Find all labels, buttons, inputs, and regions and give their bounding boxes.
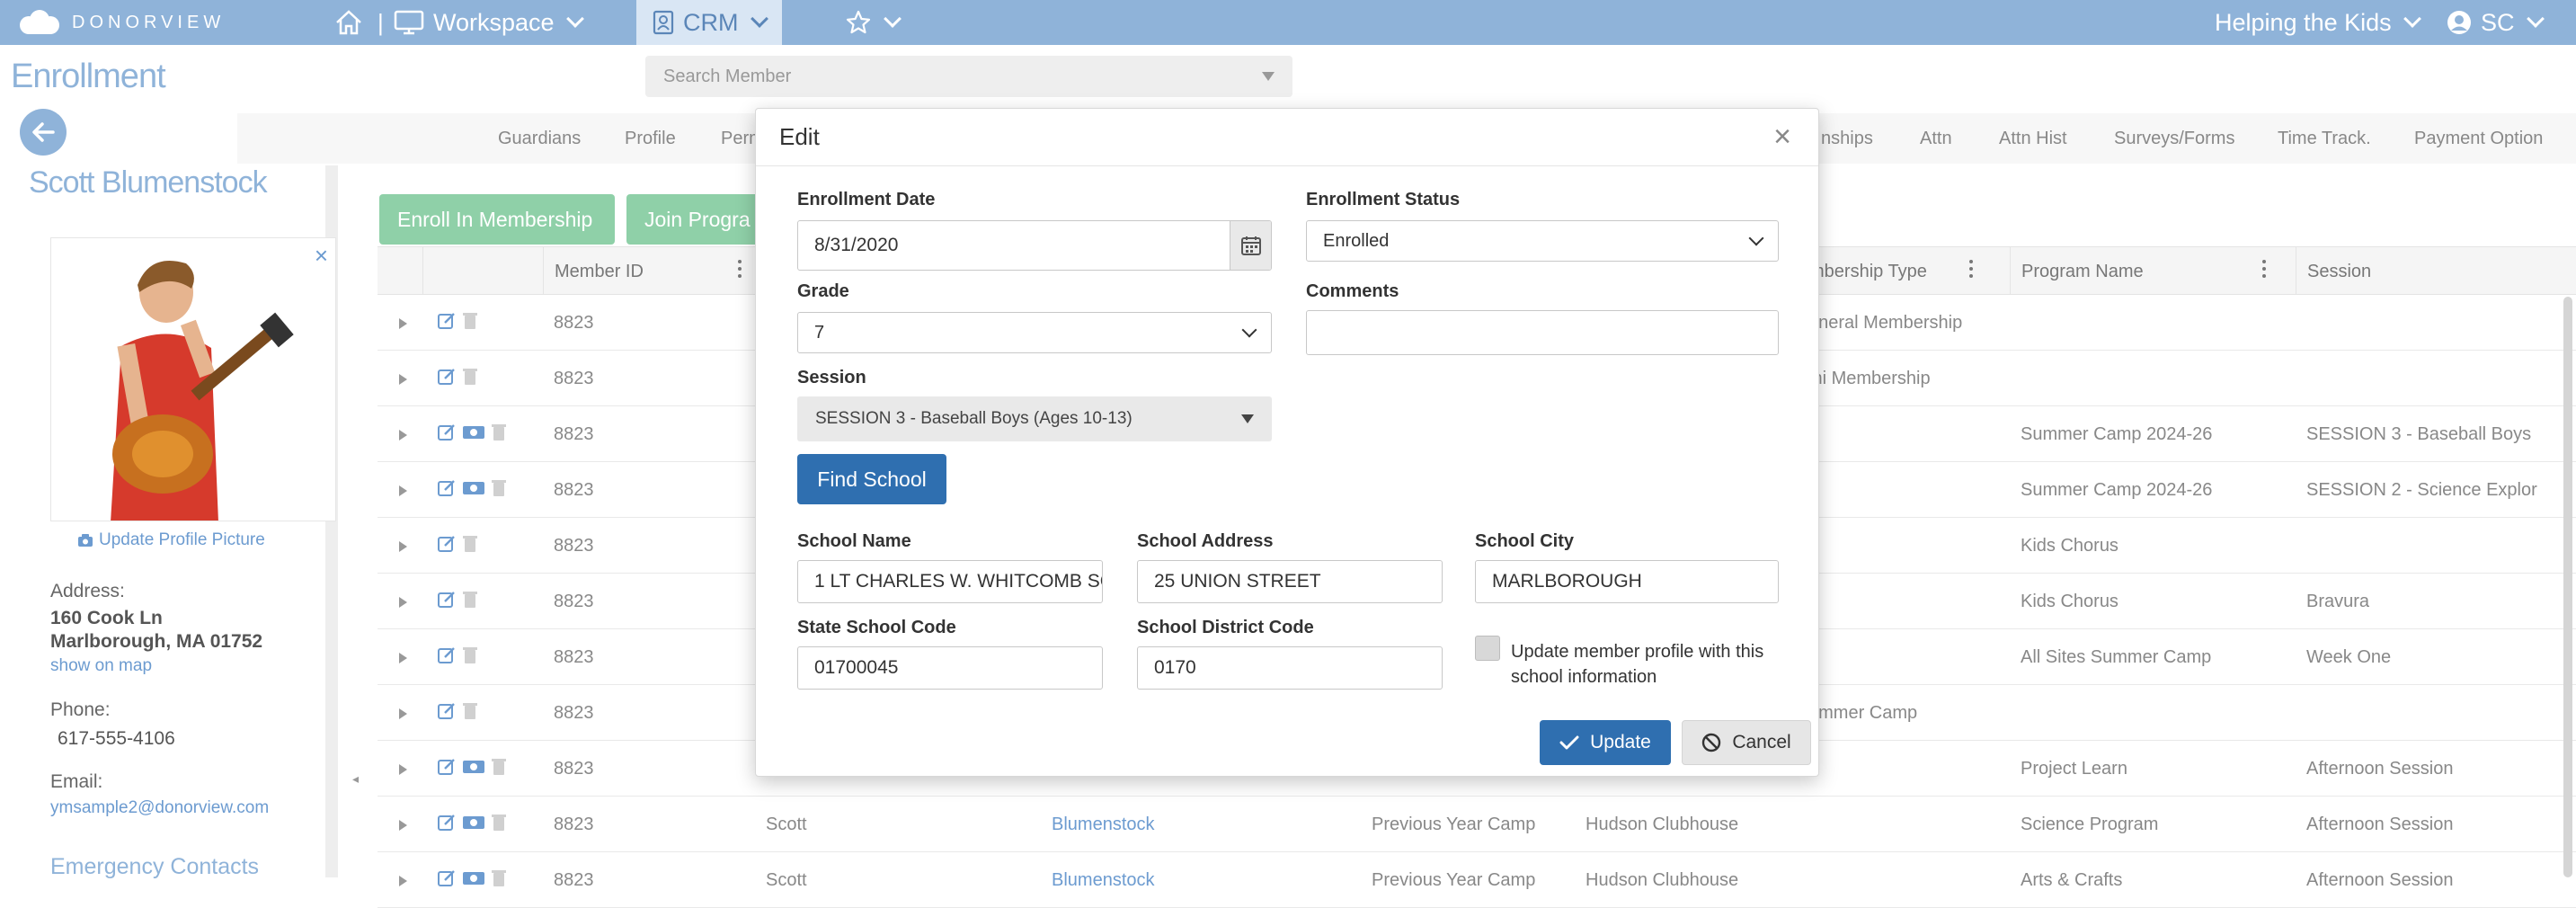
school-district-code-value: 0170 — [1154, 657, 1196, 678]
grade-value: 7 — [814, 322, 825, 343]
state-school-code-input[interactable]: 01700045 — [797, 646, 1103, 690]
modal-header: Edit × — [756, 109, 1818, 166]
school-district-code-label: School District Code — [1137, 618, 1314, 637]
school-address-label: School Address — [1137, 531, 1274, 551]
enrollment-status-value: Enrolled — [1323, 230, 1390, 251]
update-button-label: Update — [1590, 732, 1651, 752]
modal-title: Edit — [779, 123, 820, 150]
comments-label: Comments — [1306, 281, 1399, 301]
school-district-code-input[interactable]: 0170 — [1137, 646, 1443, 690]
enrollment-date-label: Enrollment Date — [797, 190, 936, 209]
ban-icon — [1702, 733, 1721, 752]
session-select[interactable]: SESSION 3 - Baseball Boys (Ages 10-13) — [797, 396, 1272, 441]
grade-label: Grade — [797, 281, 849, 301]
school-city-input[interactable]: MARLBOROUGH — [1475, 560, 1779, 603]
enrollment-date-value: 8/31/2020 — [814, 235, 899, 255]
school-name-value: 1 LT CHARLES W. WHITCOMB SC — [814, 571, 1103, 592]
session-value: SESSION 3 - Baseball Boys (Ages 10-13) — [815, 409, 1133, 428]
calendar-icon — [1240, 236, 1261, 255]
update-button[interactable]: Update — [1540, 720, 1671, 765]
school-name-label: School Name — [797, 531, 911, 551]
school-name-input[interactable]: 1 LT CHARLES W. WHITCOMB SC — [797, 560, 1103, 603]
edit-enrollment-modal: Edit × Enrollment Date 8/31/2020 Enrollm… — [755, 108, 1819, 777]
chevron-down-icon — [1748, 230, 1764, 246]
enrollment-status-select[interactable]: Enrolled — [1306, 220, 1779, 262]
dropdown-arrow-icon — [1241, 414, 1254, 423]
find-school-button[interactable]: Find School — [797, 454, 946, 504]
state-school-code-value: 01700045 — [814, 657, 899, 678]
school-address-value: 25 UNION STREET — [1154, 571, 1321, 592]
school-city-value: MARLBOROUGH — [1492, 571, 1642, 592]
cancel-button[interactable]: Cancel — [1682, 720, 1811, 765]
update-profile-checkbox[interactable] — [1475, 636, 1500, 661]
find-school-label: Find School — [817, 467, 927, 491]
update-profile-checkbox-label: Update member profile with this school i… — [1511, 642, 1764, 687]
calendar-button[interactable] — [1230, 221, 1271, 270]
chevron-down-icon — [1241, 322, 1257, 338]
grade-select[interactable]: 7 — [797, 312, 1272, 353]
school-city-label: School City — [1475, 531, 1575, 551]
enrollment-status-label: Enrollment Status — [1306, 190, 1461, 209]
enrollment-date-input[interactable]: 8/31/2020 — [797, 220, 1272, 271]
checkmark-icon — [1559, 735, 1579, 750]
cancel-button-label: Cancel — [1732, 732, 1791, 752]
close-icon[interactable]: × — [1773, 120, 1791, 155]
session-label: Session — [797, 368, 866, 387]
comments-input[interactable] — [1306, 310, 1779, 355]
state-school-code-label: State School Code — [797, 618, 956, 637]
school-address-input[interactable]: 25 UNION STREET — [1137, 560, 1443, 603]
